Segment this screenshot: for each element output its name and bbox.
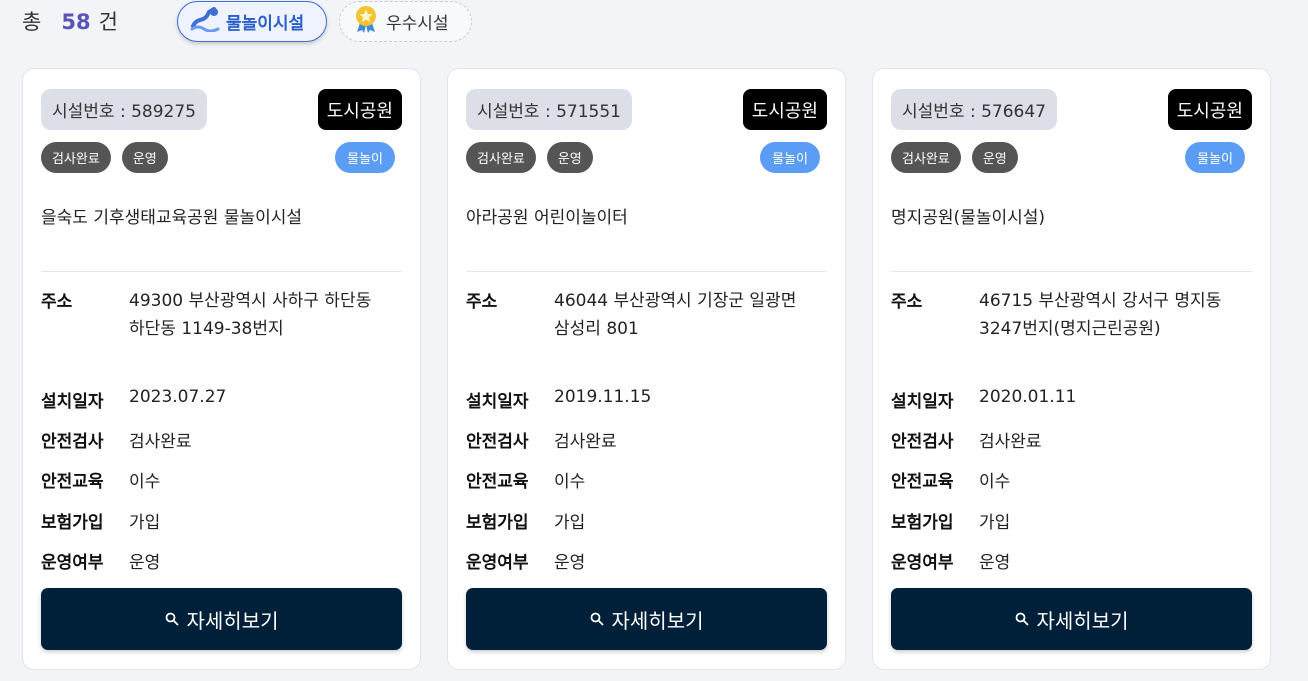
- total-suffix: 건: [98, 10, 118, 34]
- filter-label: 우수시설: [386, 14, 449, 34]
- address-value: 46715 부산광역시 강서구 명지동 3247번지(명지근린공원): [979, 287, 1259, 343]
- install-date-label: 설치일자: [466, 392, 529, 412]
- facility-card: 시설번호 : 589275 도시공원 검사완료 운영 물놀이 을숙도 기후생태교…: [22, 68, 421, 670]
- facility-type-badge: 도시공원: [317, 89, 402, 130]
- total-count: 총 58 건: [22, 6, 118, 36]
- divider: [41, 271, 402, 272]
- filter-excellent-facility[interactable]: 우수시설: [339, 1, 472, 42]
- operation-tag: 운영: [546, 142, 593, 173]
- install-date-label: 설치일자: [891, 392, 954, 412]
- install-date-label: 설치일자: [41, 392, 104, 412]
- facility-number: 시설번호 : 576647: [891, 89, 1057, 130]
- operation-value: 운영: [129, 553, 161, 573]
- facility-card: 시설번호 : 576647 도시공원 검사완료 운영 물놀이 명지공원(물놀이시…: [872, 68, 1271, 670]
- filter-label: 물놀이시설: [226, 14, 305, 34]
- insurance-label: 보험가입: [466, 513, 529, 533]
- results-toolbar: 총 58 건 물놀이시설 우수시설: [0, 0, 1308, 44]
- address-label: 주소: [41, 292, 73, 312]
- award-medal-icon: [352, 5, 380, 38]
- safety-inspection-value: 검사완료: [979, 432, 1042, 452]
- view-details-button[interactable]: 자세히보기: [41, 588, 402, 650]
- total-prefix: 총: [22, 10, 42, 34]
- address-value: 46044 부산광역시 기장군 일광면 삼성리 801: [554, 287, 834, 343]
- facility-name: 을숙도 기후생태교육공원 물놀이시설: [41, 208, 303, 228]
- address-line: 하단동 1149-38번지: [129, 319, 284, 339]
- safety-education-label: 안전교육: [466, 472, 529, 492]
- inspection-tag: 검사완료: [41, 142, 111, 173]
- operation-value: 운영: [554, 553, 586, 573]
- filter-water-facility[interactable]: 물놀이시설: [177, 1, 327, 42]
- safety-inspection-label: 안전검사: [891, 432, 954, 452]
- inspection-tag: 검사완료: [891, 142, 961, 173]
- operation-tag: 운영: [121, 142, 168, 173]
- safety-education-label: 안전교육: [41, 472, 104, 492]
- address-label: 주소: [466, 292, 498, 312]
- safety-inspection-value: 검사완료: [554, 432, 617, 452]
- water-slide-icon: [190, 6, 220, 37]
- view-details-button[interactable]: 자세히보기: [466, 588, 827, 650]
- operation-label: 운영여부: [41, 553, 104, 573]
- facility-type-badge: 도시공원: [742, 89, 827, 130]
- facility-kind-badge: 물놀이: [760, 142, 820, 173]
- status-tags: 검사완료 운영: [891, 142, 1018, 173]
- address-line: 46715 부산광역시 강서구 명지동: [979, 291, 1222, 311]
- operation-tag: 운영: [971, 142, 1018, 173]
- view-details-button[interactable]: 자세히보기: [891, 588, 1252, 650]
- button-label: 자세히보기: [186, 608, 279, 633]
- search-icon: [590, 612, 604, 626]
- safety-education-value: 이수: [979, 472, 1011, 492]
- safety-education-label: 안전교육: [891, 472, 954, 492]
- insurance-label: 보험가입: [891, 513, 954, 533]
- divider: [891, 271, 1252, 272]
- search-icon: [165, 612, 179, 626]
- address-line: 49300 부산광역시 사하구 하단동: [129, 291, 372, 311]
- safety-education-value: 이수: [554, 472, 586, 492]
- total-number: 58: [61, 10, 91, 34]
- inspection-tag: 검사완료: [466, 142, 536, 173]
- address-line: 3247번지(명지근린공원): [979, 319, 1161, 339]
- address-value: 49300 부산광역시 사하구 하단동 하단동 1149-38번지: [129, 287, 409, 343]
- facility-card: 시설번호 : 571551 도시공원 검사완료 운영 물놀이 아라공원 어린이놀…: [447, 68, 846, 670]
- facility-kind-badge: 물놀이: [1185, 142, 1245, 173]
- address-line: 46044 부산광역시 기장군 일광면: [554, 291, 797, 311]
- operation-label: 운영여부: [891, 553, 954, 573]
- install-date-value: 2020.01.11: [979, 387, 1077, 407]
- operation-value: 운영: [979, 553, 1011, 573]
- status-tags: 검사완료 운영: [41, 142, 168, 173]
- facility-name: 아라공원 어린이놀이터: [466, 208, 628, 228]
- facility-number: 시설번호 : 589275: [41, 89, 207, 130]
- safety-inspection-value: 검사완료: [129, 432, 192, 452]
- facility-kind-badge: 물놀이: [335, 142, 395, 173]
- button-label: 자세히보기: [611, 608, 704, 633]
- address-line: 삼성리 801: [554, 319, 639, 339]
- insurance-value: 가입: [554, 513, 586, 533]
- facility-number: 시설번호 : 571551: [466, 89, 632, 130]
- facility-name: 명지공원(물놀이시설): [891, 208, 1046, 228]
- search-icon: [1015, 612, 1029, 626]
- status-tags: 검사완료 운영: [466, 142, 593, 173]
- address-label: 주소: [891, 292, 923, 312]
- insurance-value: 가입: [979, 513, 1011, 533]
- divider: [466, 271, 827, 272]
- button-label: 자세히보기: [1036, 608, 1129, 633]
- facility-type-badge: 도시공원: [1167, 89, 1252, 130]
- insurance-label: 보험가입: [41, 513, 104, 533]
- operation-label: 운영여부: [466, 553, 529, 573]
- safety-education-value: 이수: [129, 472, 161, 492]
- install-date-value: 2023.07.27: [129, 387, 227, 407]
- safety-inspection-label: 안전검사: [41, 432, 104, 452]
- safety-inspection-label: 안전검사: [466, 432, 529, 452]
- insurance-value: 가입: [129, 513, 161, 533]
- install-date-value: 2019.11.15: [554, 387, 652, 407]
